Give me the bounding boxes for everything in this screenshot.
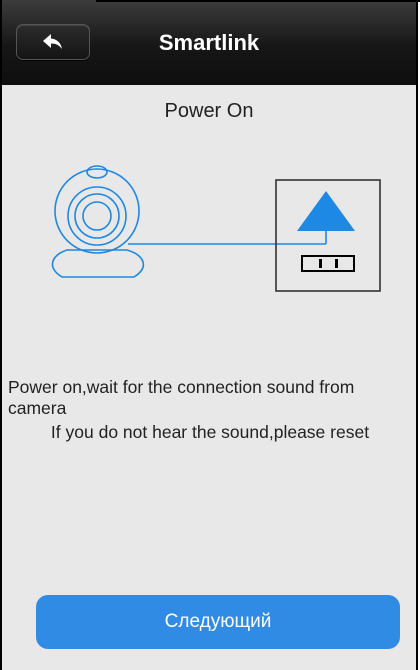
power-outlet-icon <box>275 179 381 292</box>
step-title: Power On <box>164 100 254 122</box>
instruction-text: Power on,wait for the connection sound f… <box>8 377 412 443</box>
connection-cable <box>128 229 327 245</box>
smartlink-screen: Smartlink Power On Power on,wait for the… <box>0 0 418 670</box>
page-title: Smartlink <box>158 30 260 55</box>
next-button[interactable]: Следующий <box>36 595 400 649</box>
instruction-line-1: Power on,wait for the connection sound f… <box>8 377 355 418</box>
webcam-icon <box>51 165 145 278</box>
instruction-line-2: If you do not hear the sound,please rese… <box>50 422 370 442</box>
header-bar: Smartlink <box>2 0 416 85</box>
top-border <box>96 0 420 2</box>
power-on-illustration <box>51 165 381 292</box>
